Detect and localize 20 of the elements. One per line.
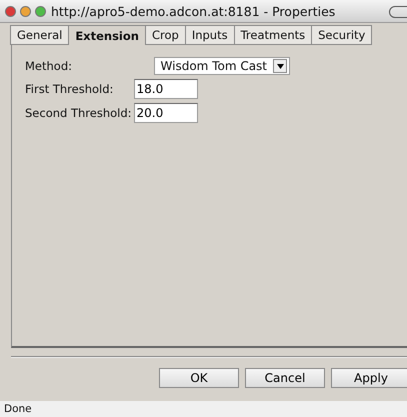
input-field[interactable]: 18.0	[134, 79, 198, 99]
tab[interactable]: Crop	[144, 25, 186, 45]
method-dropdown[interactable]: Wisdom Tom Cast	[154, 57, 290, 75]
field-label: First Threshold:	[25, 82, 114, 96]
dialog-button[interactable]: OK	[159, 368, 239, 388]
field-label: Second Threshold:	[25, 106, 132, 120]
input-field[interactable]: 20.0	[134, 103, 198, 123]
tab[interactable]: Security	[311, 25, 372, 45]
field-label: Method:	[25, 59, 74, 73]
toolbar-toggle-icon[interactable]	[389, 6, 407, 18]
close-icon[interactable]	[5, 6, 16, 16]
window-title: http://apro5-demo.adcon.at:8181 - Properties	[51, 4, 336, 18]
dialog-button[interactable]: Cancel	[245, 368, 325, 388]
tab[interactable]: General	[10, 25, 70, 45]
tab[interactable]: Inputs	[184, 25, 235, 45]
minimize-icon[interactable]	[20, 6, 31, 16]
dialog-button[interactable]: Apply	[331, 368, 407, 388]
status-text: Done	[0, 401, 407, 417]
tab[interactable]: Treatments	[234, 25, 312, 45]
zoom-icon[interactable]	[35, 6, 46, 16]
